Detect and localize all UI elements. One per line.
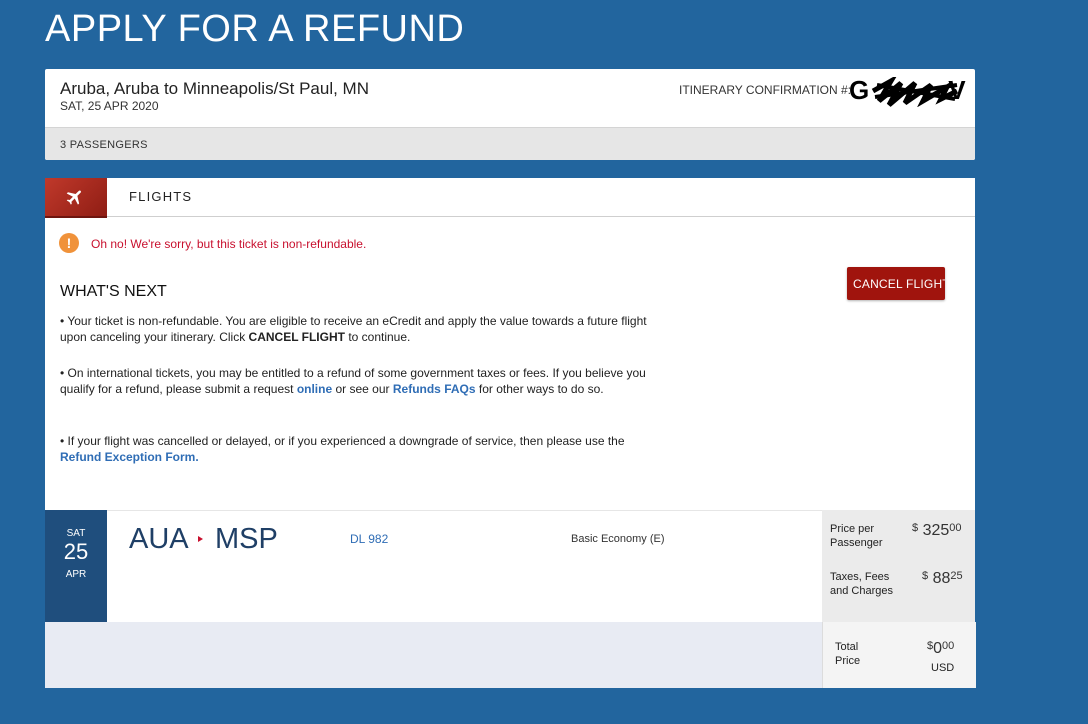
paragraph-text: or see our (332, 382, 393, 396)
origin-airport: AUA (129, 523, 189, 555)
amount-cents: 00 (949, 522, 962, 534)
page-title: APPLY FOR A REFUND (45, 8, 465, 50)
flight-day: 25 (63, 539, 89, 564)
taxes-fees-amount: $ 8825 (922, 570, 963, 588)
price-panel: Price per Passenger $ 32500 Taxes, Fees … (822, 510, 975, 622)
taxes-fees-label: Taxes, Fees and Charges (830, 571, 893, 597)
exclamation-icon: ! (59, 233, 79, 253)
flight-date-block: SAT 25 APR (45, 510, 107, 622)
flight-day-of-week: SAT (66, 528, 86, 539)
redaction-scribble (871, 77, 959, 107)
amount-whole: 325 (922, 522, 950, 539)
passenger-count: 3 PASSENGERS (60, 139, 148, 151)
confirmation-label: ITINERARY CONFIRMATION #: (679, 83, 852, 97)
currency-symbol: $ (912, 522, 919, 534)
paragraph-text: • If your flight was cancelled or delaye… (60, 434, 625, 448)
route-arrow-icon (198, 536, 203, 542)
confirmation-first-char: G (849, 75, 869, 105)
total-price-panel: Total Price $000 USD (822, 622, 976, 688)
price-per-passenger-amount: $ 32500 (912, 522, 962, 540)
whats-next-heading: WHAT'S NEXT (60, 283, 167, 300)
online-request-link[interactable]: online (297, 382, 332, 396)
flight-month: APR (65, 569, 87, 580)
trip-date: SAT, 25 APR 2020 (60, 99, 159, 113)
flight-number-link[interactable]: DL 982 (350, 532, 388, 546)
price-per-passenger-label: Price per Passenger (830, 523, 883, 549)
destination-airport: MSP (215, 523, 278, 555)
whats-next-paragraph-taxes: • On international tickets, you may be e… (60, 365, 650, 397)
trip-route: Aruba, Aruba to Minneapolis/St Paul, MN (60, 79, 369, 98)
airplane-icon (66, 190, 81, 205)
amount-cents: 25 (950, 570, 963, 582)
cancel-flight-emphasis: CANCEL FLIGHT (248, 330, 345, 344)
flight-row: AUA MSP DL 982 Basic Economy (E) (107, 510, 822, 623)
total-currency-unit: USD (931, 662, 955, 674)
trip-summary-card: Aruba, Aruba to Minneapolis/St Paul, MN … (45, 69, 975, 160)
paragraph-text: to continue. (344, 330, 411, 344)
flights-tab-strip: FLIGHTS (45, 178, 975, 218)
refunds-faqs-link[interactable]: Refunds FAQs (393, 382, 476, 396)
cancel-flight-button[interactable]: CANCEL FLIGHT (847, 267, 945, 300)
passengers-bar: 3 PASSENGERS (45, 127, 975, 160)
non-refundable-alert: Oh no! We're sorry, but this ticket is n… (91, 237, 367, 251)
refund-exception-form-link[interactable]: Refund Exception Form. (60, 450, 199, 464)
flights-card: FLIGHTS ! Oh no! We're sorry, but this t… (45, 178, 976, 688)
amount-cents: 00 (942, 640, 955, 652)
tab-flights-icon-box[interactable] (45, 178, 107, 218)
total-price-label: Total Price (835, 641, 861, 667)
footer-spacer (45, 622, 822, 688)
total-price-amount: $000 (927, 640, 954, 658)
tab-flights[interactable]: FLIGHTS (129, 189, 192, 204)
amount-whole: 88 (932, 570, 951, 587)
currency-symbol: $ (922, 570, 929, 582)
whats-next-paragraph-exception: • If your flight was cancelled or delaye… (60, 433, 650, 465)
cabin-class: Basic Economy (E) (571, 533, 665, 545)
paragraph-text: for other ways to do so. (475, 382, 604, 396)
whats-next-paragraph-ecredit: • Your ticket is non-refundable. You are… (60, 313, 650, 345)
amount-whole: 0 (933, 640, 943, 657)
